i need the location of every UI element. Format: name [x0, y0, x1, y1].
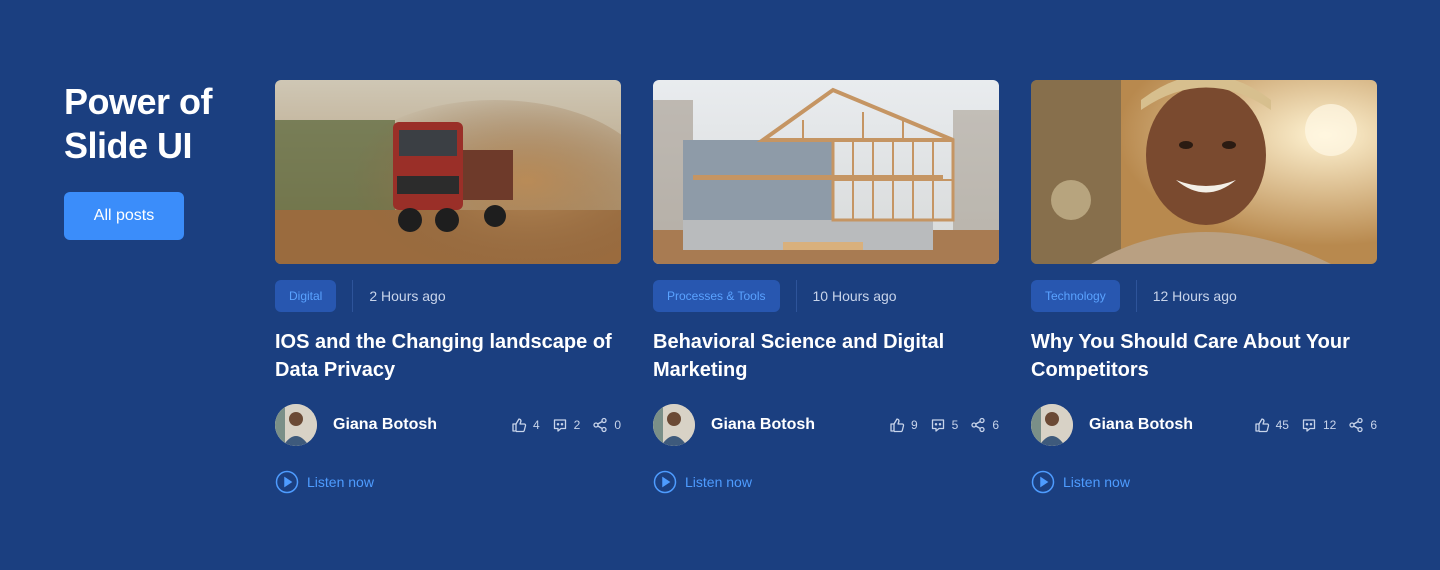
post-image-truck[interactable]: [275, 80, 621, 264]
like-count[interactable]: 9: [889, 417, 918, 433]
post-stats: 4 2 0: [511, 417, 621, 433]
like-count[interactable]: 4: [511, 417, 540, 433]
listen-now-label: Listen now: [1063, 474, 1130, 490]
title-line-1: Power of: [64, 81, 213, 122]
author-name[interactable]: Giana Botosh: [333, 416, 437, 434]
author-name[interactable]: Giana Botosh: [1089, 416, 1193, 434]
author-row: Giana Botosh 9 5 6: [653, 404, 999, 446]
author-row: Giana Botosh 4 2 0: [275, 404, 621, 446]
post-time: 12 Hours ago: [1152, 288, 1237, 304]
post-title[interactable]: Behavioral Science and Digital Marketing: [653, 328, 999, 384]
avatar[interactable]: [653, 404, 695, 446]
share-count[interactable]: 6: [1348, 417, 1377, 433]
play-circle-icon: [1031, 470, 1055, 494]
share-count-value: 6: [1370, 418, 1377, 432]
meta-divider: [352, 280, 354, 312]
comment-count-value: 12: [1322, 418, 1337, 432]
listen-now-link[interactable]: Listen now: [275, 470, 621, 494]
avatar[interactable]: [275, 404, 317, 446]
like-count-value: 9: [910, 418, 918, 432]
share-count-value: 0: [614, 418, 621, 432]
share-count[interactable]: 6: [970, 417, 999, 433]
post-stats: 45 12 6: [1254, 417, 1377, 433]
category-tag[interactable]: Processes & Tools: [653, 280, 780, 312]
comment-count-value: 5: [951, 418, 959, 432]
post-meta: Digital 2 Hours ago: [275, 280, 621, 312]
play-circle-icon: [653, 470, 677, 494]
like-count[interactable]: 45: [1254, 417, 1289, 433]
category-tag[interactable]: Digital: [275, 280, 337, 312]
share-icon: [971, 417, 985, 433]
thumbs-up-icon: [890, 418, 905, 433]
post-meta: Processes & Tools 10 Hours ago: [653, 280, 999, 312]
play-circle-icon: [275, 470, 299, 494]
post-time: 2 Hours ago: [369, 288, 446, 304]
avatar[interactable]: [1031, 404, 1073, 446]
listen-now-label: Listen now: [307, 474, 374, 490]
page-title: Power of Slide UI: [64, 80, 254, 168]
share-count[interactable]: 0: [592, 417, 621, 433]
post-image-worker-portrait[interactable]: [1031, 80, 1377, 264]
intro-panel: Power of Slide UI All posts: [64, 80, 254, 240]
post-card: Processes & Tools 10 Hours ago Behaviora…: [653, 80, 999, 494]
post-title[interactable]: IOS and the Changing landscape of Data P…: [275, 328, 621, 384]
listen-now-label: Listen now: [685, 474, 752, 490]
share-count-value: 6: [992, 418, 999, 432]
meta-divider: [795, 280, 797, 312]
share-icon: [1349, 417, 1363, 433]
like-count-value: 45: [1275, 418, 1289, 432]
thumbs-up-icon: [1254, 418, 1269, 433]
comment-count-value: 2: [573, 418, 581, 432]
title-line-2: Slide UI: [64, 125, 193, 166]
like-count-value: 4: [532, 418, 540, 432]
category-tag[interactable]: Technology: [1031, 280, 1120, 312]
post-image-house-frame[interactable]: [653, 80, 999, 264]
all-posts-button[interactable]: All posts: [64, 192, 184, 240]
comment-icon: [553, 419, 566, 432]
author-name[interactable]: Giana Botosh: [711, 416, 815, 434]
post-card: Digital 2 Hours ago IOS and the Changing…: [275, 80, 621, 494]
comment-icon: [1302, 419, 1316, 432]
thumbs-up-icon: [512, 418, 527, 433]
comment-count[interactable]: 12: [1301, 417, 1336, 433]
post-stats: 9 5 6: [889, 417, 999, 433]
meta-divider: [1135, 280, 1137, 312]
comment-icon: [931, 419, 944, 432]
post-time: 10 Hours ago: [812, 288, 897, 304]
post-card: Technology 12 Hours ago Why You Should C…: [1031, 80, 1377, 494]
post-title[interactable]: Why You Should Care About Your Competito…: [1031, 328, 1377, 384]
listen-now-link[interactable]: Listen now: [653, 470, 999, 494]
comment-count[interactable]: 5: [930, 417, 959, 433]
comment-count[interactable]: 2: [552, 417, 581, 433]
post-cards: Digital 2 Hours ago IOS and the Changing…: [275, 80, 1377, 494]
author-row: Giana Botosh 45 12 6: [1031, 404, 1377, 446]
post-meta: Technology 12 Hours ago: [1031, 280, 1377, 312]
listen-now-link[interactable]: Listen now: [1031, 470, 1377, 494]
share-icon: [593, 417, 607, 433]
